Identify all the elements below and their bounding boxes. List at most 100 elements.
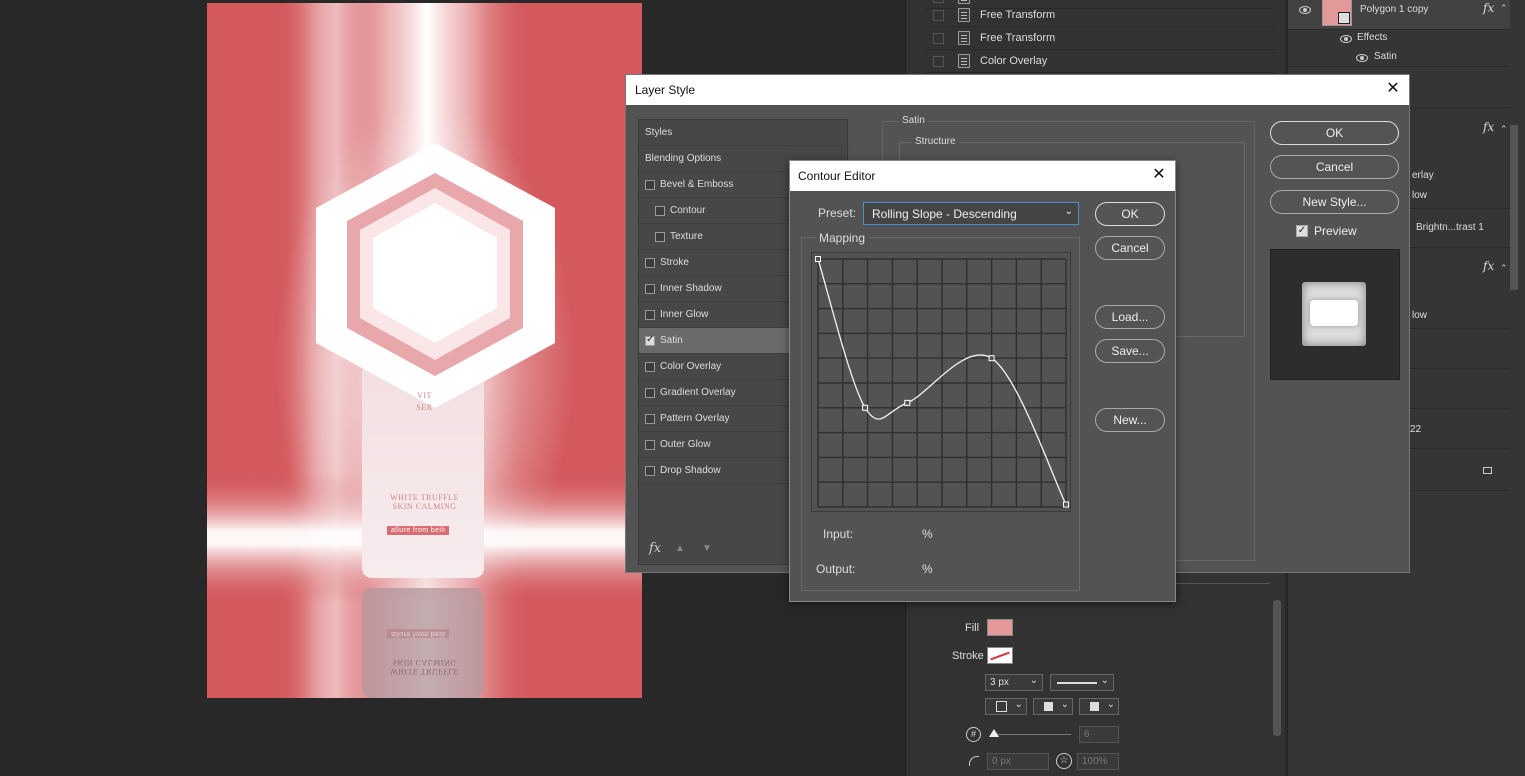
load-button[interactable]: Load... — [1095, 305, 1165, 329]
collapse-chevron-icon[interactable]: ⌃ — [1500, 3, 1508, 14]
mapping-group: Mapping Input: % Output: % — [801, 231, 1080, 591]
style-item-label: Outer Glow — [660, 439, 711, 450]
effects-eye-icon[interactable] — [1340, 35, 1352, 43]
input-percent: % — [922, 527, 933, 541]
layer-row-polygon-copy[interactable]: Polygon 1 copy fx — [1288, 0, 1510, 30]
layer-name-partial: 22 — [1410, 424, 1422, 435]
style-item-label: Satin — [660, 335, 683, 346]
style-item-label: Inner Glow — [660, 309, 709, 320]
stroke-cap-select[interactable]: ⌄ — [1033, 698, 1073, 715]
inner-shadow-checkbox[interactable] — [645, 283, 655, 294]
stroke-corner-icon — [1090, 702, 1099, 711]
product-text-line2: SER — [416, 403, 433, 412]
history-item[interactable]: Color Overlay — [926, 50, 1276, 73]
inner-glow-checkbox[interactable] — [645, 309, 655, 320]
satin-eye-icon[interactable] — [1356, 54, 1368, 62]
history-document-icon — [958, 8, 970, 22]
product-text-line1: VIT — [417, 391, 432, 400]
bevel-emboss-checkbox[interactable] — [645, 179, 655, 190]
stroke-align-select[interactable]: ⌄ — [985, 698, 1027, 715]
fill-label: Fill — [965, 622, 980, 634]
stroke-checkbox[interactable] — [645, 257, 655, 268]
outer-glow-checkbox[interactable] — [645, 439, 655, 450]
output-percent: % — [922, 562, 933, 576]
stroke-corner-select[interactable]: ⌄ — [1079, 698, 1119, 715]
stroke-cap-icon — [1044, 702, 1053, 711]
star-ratio-input[interactable]: 100% — [1077, 753, 1119, 770]
new-contour-button[interactable]: New... — [1095, 408, 1165, 432]
chevron-down-icon: ⌄ — [1106, 699, 1115, 710]
curve-control-point[interactable] — [815, 256, 821, 262]
preset-value: Rolling Slope - Descending — [872, 207, 1017, 221]
stroke-color-swatch[interactable] — [987, 647, 1013, 664]
ok-button[interactable]: OK — [1270, 121, 1399, 145]
style-preview-swatch — [1270, 249, 1400, 380]
output-label: Output: — [816, 562, 856, 576]
contour-checkbox[interactable] — [655, 205, 665, 216]
gradient-overlay-checkbox[interactable] — [645, 387, 655, 398]
sides-slider-handle[interactable] — [989, 729, 999, 737]
save-button[interactable]: Save... — [1095, 339, 1165, 363]
close-icon[interactable]: ✕ — [1151, 167, 1167, 183]
contour-graph[interactable] — [811, 252, 1071, 512]
drop-shadow-checkbox[interactable] — [645, 465, 655, 476]
curve-control-point[interactable] — [862, 404, 869, 411]
contour-editor-titlebar[interactable]: Contour Editor ✕ — [790, 161, 1175, 191]
close-icon[interactable]: ✕ — [1385, 81, 1401, 97]
layers-scrollbar[interactable] — [1510, 125, 1518, 290]
cancel-button[interactable]: Cancel — [1270, 155, 1399, 179]
layer-name: Polygon 1 copy — [1360, 4, 1429, 15]
fx-icon[interactable]: fx — [1483, 1, 1494, 15]
sides-slider-track[interactable] — [991, 734, 1071, 735]
stroke-width-select[interactable]: 3 px ⌄ — [985, 674, 1043, 691]
properties-scrollbar[interactable] — [1273, 600, 1281, 736]
history-snapshot-checkbox[interactable] — [933, 55, 944, 67]
corner-radius-input[interactable]: 0 px — [987, 753, 1049, 770]
satin-checkbox[interactable] — [645, 334, 655, 346]
chevron-down-icon: ⌄ — [1060, 699, 1069, 710]
shape-layer-icon — [1338, 12, 1350, 24]
visibility-eye-icon[interactable] — [1299, 6, 1311, 14]
fx-icon[interactable]: fx — [1483, 259, 1494, 273]
layer-style-titlebar[interactable]: Layer Style ✕ — [626, 75, 1409, 105]
color-overlay-checkbox[interactable] — [645, 361, 655, 372]
canvas-artwork — [207, 3, 642, 698]
history-snapshot-checkbox[interactable] — [933, 0, 944, 3]
product-reflection-badge: allure from beili — [387, 629, 450, 638]
history-snapshot-checkbox[interactable] — [933, 9, 944, 21]
style-list-item-styles[interactable]: Styles — [639, 120, 849, 146]
stroke-type-select[interactable]: ⌄ — [1050, 674, 1114, 691]
preview-thumbnail — [1302, 282, 1366, 346]
contour-graph-svg[interactable] — [812, 253, 1072, 513]
canvas-document[interactable]: VIT SER WHITE TRUFFLE SKIN CALMING allur… — [207, 3, 642, 698]
style-item-label: Styles — [645, 127, 673, 138]
move-down-arrow-icon[interactable]: ▼ — [702, 543, 712, 554]
fill-color-swatch[interactable] — [987, 619, 1013, 636]
fx-menu-icon[interactable]: fx — [649, 541, 661, 556]
history-document-icon — [958, 54, 970, 68]
history-item[interactable]: Free Transform — [926, 27, 1276, 50]
preset-dropdown[interactable]: Rolling Slope - Descending ⌄ — [863, 202, 1079, 225]
history-item[interactable]: Free Transform — [926, 4, 1276, 27]
collapse-chevron-icon[interactable]: ⌃ — [1500, 124, 1508, 135]
satin-section-title: Satin — [899, 115, 928, 126]
new-style-button[interactable]: New Style... — [1270, 190, 1399, 214]
curve-control-point[interactable] — [904, 399, 911, 406]
corner-radius-icon — [969, 756, 979, 766]
history-snapshot-checkbox[interactable] — [933, 32, 944, 44]
curve-control-point[interactable] — [1063, 501, 1069, 508]
move-up-arrow-icon[interactable]: ▲ — [675, 543, 685, 554]
stroke-line-preview — [1057, 682, 1097, 684]
effects-label: Effects — [1357, 32, 1388, 43]
sides-input[interactable]: 6 — [1079, 726, 1119, 743]
layer-effect-partial: erlay — [1412, 170, 1434, 181]
properties-panel: Fill Stroke 3 px ⌄ ⌄ ⌄ ⌄ ⌄ # 6 0 px ☆ 10… — [925, 580, 1270, 776]
pattern-overlay-checkbox[interactable] — [645, 413, 655, 424]
contour-ok-button[interactable]: OK — [1095, 202, 1165, 226]
contour-cancel-button[interactable]: Cancel — [1095, 236, 1165, 260]
texture-checkbox[interactable] — [655, 231, 665, 242]
collapse-chevron-icon[interactable]: ⌃ — [1500, 263, 1508, 274]
fx-icon[interactable]: fx — [1483, 120, 1494, 134]
curve-control-point[interactable] — [988, 355, 995, 362]
preview-checkbox[interactable]: ✓ — [1296, 225, 1308, 237]
